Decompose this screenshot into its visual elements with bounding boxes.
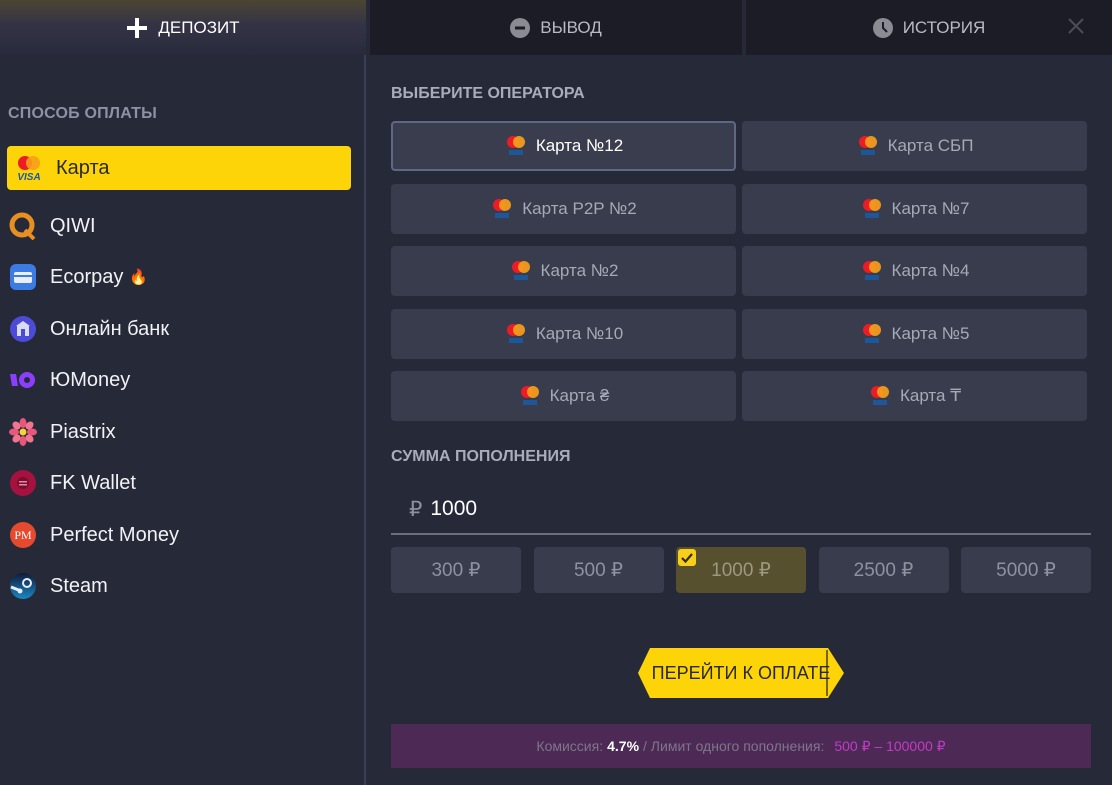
tab-label: Вывод [540,17,602,37]
payment-method-fk-wallet[interactable]: FK Wallet [7,461,351,505]
preset-label: 500 ₽ [573,559,624,581]
pay-button-label: ПЕРЕЙТИ К ОПЛАТЕ [651,662,831,683]
payment-method-label: QIWI [50,214,96,237]
tab-label: История [902,17,986,37]
card-visa-mastercard-icon [868,384,892,408]
amount-section-title: Сумма пополнения [391,448,571,465]
fire-icon: 🔥 [129,269,149,286]
operator-label: Карта №7 [891,198,970,218]
card-visa-mastercard-icon [504,134,528,158]
payment-method-yoomoney[interactable]: ЮMoney [7,358,351,402]
amount-field: ₽ [391,485,1091,535]
yoomoney-icon [8,365,38,395]
payment-method-label: FK Wallet [50,471,136,494]
card-visa-mastercard-icon [860,197,884,221]
payment-method-piastrix[interactable]: Piastrix [7,410,351,454]
limit-value: 500 ₽ – 100000 ₽ [834,737,946,754]
checkmark-icon [678,549,696,566]
operator-button[interactable]: Карта СБП [742,121,1087,171]
limit-label: / Лимит одного пополнения: [643,738,825,754]
operator-button[interactable]: Карта P2P №2 [391,183,736,234]
operator-label: Карта P2P №2 [522,198,637,218]
card-visa-mastercard-icon [509,259,533,283]
payment-method-label: Ecorpay [50,265,124,288]
qiwi-icon [8,211,38,241]
payment-method-sidebar: Способ оплаты VISA Карта QIWI Ecorpay 🔥 … [0,55,365,785]
card-visa-mastercard-icon [856,134,880,158]
steam-icon [8,571,38,601]
payment-method-label: Steam [50,574,108,597]
ecorpay-card-icon [8,262,38,292]
operator-button[interactable]: Карта №2 [391,246,736,296]
amount-preset-button[interactable]: 300 ₽ [391,547,521,593]
card-visa-mastercard-icon [860,259,884,283]
payment-method-online-bank[interactable]: Онлайн банк [7,307,351,351]
operator-label: Карта ₸ [899,386,962,405]
tab-history[interactable]: История [746,0,1112,55]
plus-icon [126,17,148,39]
commission-value: 4.7% [607,738,640,754]
operator-button[interactable]: Карта №12 [391,121,736,171]
perfect-money-icon: PM [8,520,38,550]
preset-label: 5000 ₽ [996,559,1056,581]
card-visa-mastercard-icon [518,384,542,408]
payment-method-ecorpay[interactable]: Ecorpay 🔥 [7,255,351,299]
operator-label: Карта СБП [887,136,974,155]
operator-label: Карта №12 [535,136,624,155]
ruble-icon: ₽ [409,497,423,521]
minus-circle-icon [510,17,531,38]
operator-label: Карта ₴ [549,386,610,405]
commission-info-bar: Комиссия: 4.7% / Лимит одного пополнения… [391,724,1091,768]
card-visa-mastercard-icon [490,197,514,221]
sidebar-title: Способ оплаты [8,105,158,122]
tab-label: Депозит [158,17,240,37]
payment-method-perfect-money[interactable]: PM Perfect Money [7,513,351,557]
amount-preset-button[interactable]: 1000 ₽ [676,547,806,593]
piastrix-flower-icon [8,417,38,447]
payment-method-label: Карта [56,156,110,179]
operator-label: Карта №5 [891,323,970,343]
operator-button[interactable]: Карта №10 [391,308,736,359]
payment-method-label: Piastrix [50,420,116,443]
commission-label: Комиссия: [536,738,604,754]
preset-label: 2500 ₽ [853,559,914,581]
preset-label: 300 ₽ [431,559,481,581]
operator-button[interactable]: Карта №5 [742,308,1087,359]
operator-label: Карта №4 [891,261,970,280]
payment-method-steam[interactable]: Steam [7,564,351,608]
card-visa-mastercard-icon: VISA [14,153,44,183]
operator-button[interactable]: Карта №4 [742,246,1087,296]
payment-method-qiwi[interactable]: QIWI [7,204,351,248]
payment-method-label: Perfect Money [50,523,179,546]
operator-label: Карта №2 [540,261,619,280]
card-visa-mastercard-icon [504,322,528,346]
operator-button[interactable]: Карта ₸ [742,371,1087,421]
card-visa-mastercard-icon [860,322,884,346]
go-to-payment-button[interactable]: ПЕРЕЙТИ К ОПЛАТЕ [638,648,844,698]
bank-icon [8,314,38,344]
operator-label: Карта №10 [535,323,624,343]
close-icon[interactable] [1066,16,1086,36]
tab-deposit[interactable]: Депозит [0,0,366,55]
operator-section-title: Выберите оператора [391,85,585,102]
amount-preset-button[interactable]: 5000 ₽ [961,547,1091,593]
clock-icon [872,17,893,38]
operator-button[interactable]: Карта ₴ [391,371,736,421]
svg-text:VISA: VISA [17,172,40,183]
fk-wallet-icon [8,468,38,498]
tab-withdraw[interactable]: Вывод [370,0,742,55]
top-tabs: Депозит Вывод История [0,0,1112,55]
payment-method-label: ЮMoney [50,368,131,391]
preset-label: 1000 ₽ [711,559,771,581]
amount-preset-button[interactable]: 2500 ₽ [818,547,949,593]
amount-input[interactable] [430,497,1031,521]
payment-method-label: Онлайн банк [50,317,170,340]
amount-preset-button[interactable]: 500 ₽ [533,547,664,593]
operator-button[interactable]: Карта №7 [742,183,1087,234]
payment-method-card[interactable]: VISA Карта [7,146,351,190]
